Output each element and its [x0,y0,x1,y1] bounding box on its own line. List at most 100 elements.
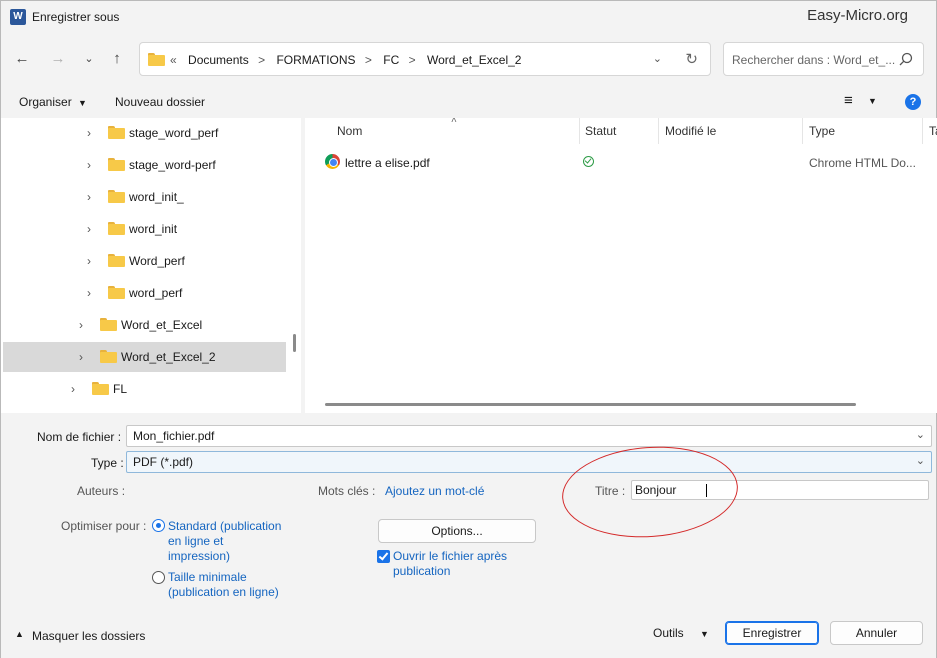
hide-folders-button[interactable]: Masquer les dossiers [32,629,145,643]
column-header-type[interactable]: Type [809,124,835,138]
column-divider[interactable] [658,118,659,144]
expand-chevron-icon[interactable]: › [87,158,91,172]
recent-locations-chevron-icon[interactable]: ⌄ [78,48,100,70]
collapse-caret-up-icon[interactable]: ▲ [15,629,24,639]
optimize-standard-label-line3[interactable]: impression) [168,549,230,563]
expand-chevron-icon[interactable]: › [87,126,91,140]
breadcrumb-overflow[interactable]: « [170,53,177,67]
breadcrumb: « Documents > FORMATIONS > FC > Word_et_… [170,53,527,67]
breadcrumb-separator[interactable]: > [258,53,265,67]
search-box[interactable]: Rechercher dans : Word_et_... [723,42,924,76]
filename-input[interactable]: Mon_fichier.pdf [133,429,214,443]
view-options-icon[interactable]: ≡ [844,92,853,109]
search-input[interactable]: Rechercher dans : Word_et_... [732,53,895,67]
column-header-size[interactable]: Ta [929,124,937,138]
tools-caret-down-icon[interactable]: ▼ [700,629,709,639]
open-after-publish-checkbox[interactable] [377,550,390,563]
tree-item-word-et-excel[interactable]: › Word_et_Excel [3,310,286,340]
breadcrumb-separator[interactable]: > [365,53,372,67]
breadcrumb-separator[interactable]: > [409,53,416,67]
text-cursor [706,484,707,497]
column-header-modified[interactable]: Modifié le [665,124,716,138]
breadcrumb-documents[interactable]: Documents [188,53,249,67]
type-select[interactable]: PDF (*.pdf) ⌄ [126,451,932,473]
filename-dropdown-chevron-icon[interactable]: ⌄ [916,428,925,441]
file-name: lettre a elise.pdf [345,156,430,170]
tree-item-word-et-excel-2[interactable]: › Word_et_Excel_2 [3,342,286,372]
folder-icon [108,126,125,139]
open-after-publish-label-line1[interactable]: Ouvrir le fichier après [393,549,507,563]
title-input[interactable]: Bonjour [635,483,676,497]
expand-chevron-icon[interactable]: › [87,190,91,204]
folder-icon [108,286,125,299]
address-dropdown-chevron-icon[interactable]: ⌄ [653,52,662,65]
optimize-minimum-radio[interactable] [152,571,165,584]
sync-status-check-icon [583,156,594,167]
horizontal-scrollbar[interactable] [325,403,856,406]
filename-field[interactable]: Mon_fichier.pdf ⌄ [126,425,932,447]
folder-icon [92,382,109,395]
column-divider[interactable] [579,118,580,144]
save-button[interactable]: Enregistrer [725,621,819,645]
tree-item-label: word_init [129,222,178,236]
save-as-dialog: W Enregistrer sous Easy-Micro.org ← → ⌄ … [0,0,937,658]
optimize-standard-radio[interactable] [152,519,165,532]
forward-arrow-icon[interactable]: → [47,48,69,70]
optimize-minimum-label-line1[interactable]: Taille minimale [168,570,247,584]
up-arrow-icon[interactable]: ↑ [106,48,128,70]
tree-item-label: Word_perf [129,254,185,268]
tree-item-fl[interactable]: › FL [3,374,286,404]
tree-item-word-init-underscore[interactable]: › word_init_ [3,182,286,212]
chrome-pdf-icon [325,154,340,169]
folder-tree[interactable]: › stage_word_perf › stage_word-perf › wo… [1,118,301,413]
type-dropdown-chevron-icon[interactable]: ⌄ [916,454,925,467]
tree-item-word-init[interactable]: › word_init [3,214,286,244]
address-bar[interactable]: « Documents > FORMATIONS > FC > Word_et_… [139,42,711,76]
keywords-label: Mots clés : [318,484,376,498]
folder-icon [108,254,125,267]
file-row[interactable]: lettre a elise.pdf Chrome HTML Do... [305,150,937,174]
cancel-button[interactable]: Annuler [830,621,923,645]
breadcrumb-fc[interactable]: FC [383,53,399,67]
search-icon[interactable] [899,52,913,66]
breadcrumb-word-et-excel-2[interactable]: Word_et_Excel_2 [427,53,522,67]
tree-item-word-perf[interactable]: › word_perf [3,278,286,308]
options-button[interactable]: Options... [378,519,536,543]
breadcrumb-formations[interactable]: FORMATIONS [276,53,355,67]
optimize-standard-label-line2[interactable]: en ligne et [168,534,223,548]
tree-item-stage-word-perf[interactable]: › stage_word_perf [3,118,286,148]
expand-chevron-icon[interactable]: › [87,222,91,236]
filename-label: Nom de fichier : [37,430,122,444]
open-after-publish-label-line2[interactable]: publication [393,564,450,578]
type-value: PDF (*.pdf) [133,455,194,469]
column-header-name[interactable]: Nom [337,124,362,138]
tree-item-word-perf-upper[interactable]: › Word_perf [3,246,286,276]
file-list[interactable]: ˄ Nom Statut Modifié le Type Ta lettre a… [305,118,937,413]
tools-menu[interactable]: Outils [653,626,684,640]
refresh-icon[interactable]: ↻ [685,50,698,68]
optimize-standard-label-line1[interactable]: Standard (publication [168,519,281,533]
expand-chevron-icon[interactable]: › [87,254,91,268]
new-folder-button[interactable]: Nouveau dossier [115,95,205,109]
optimize-minimum-label-line2[interactable]: (publication en ligne) [168,585,279,599]
column-divider[interactable] [922,118,923,144]
tree-item-label: FL [113,382,128,396]
expand-chevron-icon[interactable]: › [87,286,91,300]
add-keyword-link[interactable]: Ajoutez un mot-clé [385,484,484,498]
window-title: Enregistrer sous [32,10,120,24]
help-icon[interactable]: ? [905,94,921,110]
expand-chevron-icon[interactable]: › [71,382,75,396]
title-field[interactable]: Bonjour [631,480,929,500]
organize-menu[interactable]: Organiser ▼ [19,95,87,109]
column-header-status[interactable]: Statut [585,124,616,138]
command-toolbar: Organiser ▼ Nouveau dossier ≡ ▼ ? [1,89,936,115]
tree-item-stage-word-perf-2[interactable]: › stage_word-perf [3,150,286,180]
expand-chevron-icon[interactable]: › [79,318,83,332]
tree-scrollbar[interactable] [293,334,296,352]
back-arrow-icon[interactable]: ← [11,48,33,70]
tree-item-label: word_perf [129,286,183,300]
file-type: Chrome HTML Do... [809,156,916,170]
expand-chevron-icon[interactable]: › [79,350,83,364]
view-caret-down-icon[interactable]: ▼ [868,96,877,106]
column-divider[interactable] [802,118,803,144]
